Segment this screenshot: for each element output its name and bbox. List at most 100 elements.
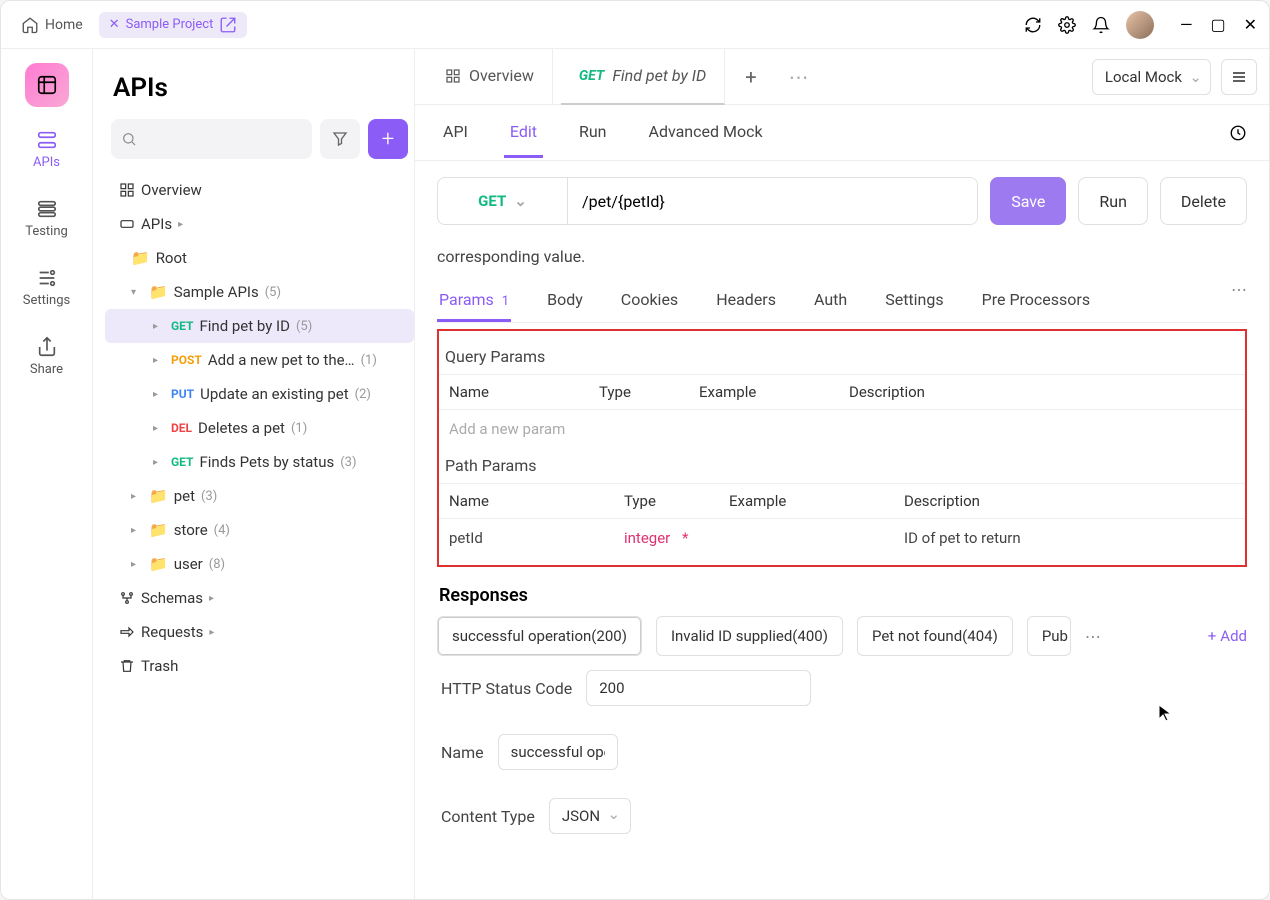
tree-folder[interactable]: ▸ 📁 pet (3) <box>105 479 414 513</box>
delete-button[interactable]: Delete <box>1160 177 1247 225</box>
ptab-settings[interactable]: Settings <box>883 280 945 322</box>
history-icon[interactable] <box>1229 124 1247 142</box>
response-tab[interactable]: Pet not found(404) <box>857 616 1013 656</box>
response-tab[interactable]: successful operation(200) <box>437 616 642 656</box>
ptab-params[interactable]: Params 1 <box>437 280 511 322</box>
chevron-down-icon: ⌄ <box>514 192 527 210</box>
nav-settings[interactable]: Settings <box>1 261 92 314</box>
col-desc: Description <box>849 383 1235 401</box>
filter-button[interactable] <box>320 119 360 159</box>
description-fragment: corresponding value. <box>437 241 1247 280</box>
home-button[interactable]: Home <box>13 12 91 38</box>
endpoint-count: (5) <box>296 319 312 334</box>
tree-overview-label: Overview <box>141 181 202 199</box>
tree: Overview APIs ▸ 📁 Root ▾ 📁 Sample APIs (… <box>105 169 414 687</box>
nav-apis[interactable]: APIs <box>1 123 92 176</box>
menu-icon <box>1231 69 1247 85</box>
tree-overview[interactable]: Overview <box>105 173 414 207</box>
method-select[interactable]: GET ⌄ <box>438 178 568 224</box>
status-code-input[interactable] <box>586 670 811 706</box>
responses-title: Responses <box>437 567 1247 616</box>
app-logo[interactable] <box>25 63 69 107</box>
tab-overview[interactable]: Overview <box>427 49 553 105</box>
ptab-headers[interactable]: Headers <box>714 280 778 322</box>
tree-apis-root[interactable]: APIs ▸ <box>105 207 414 241</box>
method-badge: DEL <box>171 421 192 435</box>
path-params-header: Name Type Example Description <box>439 483 1245 519</box>
endpoint-count: (3) <box>340 455 356 470</box>
tab-active[interactable]: GET Find pet by ID <box>561 49 725 105</box>
response-tab[interactable]: Invalid ID supplied(400) <box>656 616 843 656</box>
save-button[interactable]: Save <box>990 177 1066 225</box>
name-row: Name <box>437 720 1247 784</box>
tree-folder[interactable]: ▸ 📁 store (4) <box>105 513 414 547</box>
param-type-cell: integer * <box>624 529 729 547</box>
subtabs: API Edit Run Advanced Mock <box>415 105 1269 161</box>
chevron-right-icon: ▸ <box>153 389 165 400</box>
maximize-icon[interactable]: ▢ <box>1210 15 1225 34</box>
subtab-api[interactable]: API <box>437 108 474 158</box>
query-param-add-row[interactable]: Add a new param <box>439 410 1245 448</box>
url-path-input[interactable] <box>568 178 977 224</box>
tree-folder[interactable]: ▸ 📁 user (8) <box>105 547 414 581</box>
param-tabs: Params 1 Body Cookies Headers Auth Setti… <box>437 280 1247 323</box>
add-label: Add <box>1220 627 1247 645</box>
subtab-run[interactable]: Run <box>573 108 613 158</box>
path-param-row[interactable]: petId integer * ID of pet to return <box>439 519 1245 557</box>
requests-icon <box>119 624 135 640</box>
status-code-row: HTTP Status Code <box>437 656 1247 720</box>
chevron-down-icon: ▾ <box>131 287 143 298</box>
run-button[interactable]: Run <box>1078 177 1148 225</box>
search-input[interactable] <box>111 119 312 159</box>
refresh-icon[interactable] <box>1024 16 1042 34</box>
menu-button[interactable] <box>1221 59 1257 95</box>
tab-label: Find pet by ID <box>612 66 706 85</box>
tree-root-folder[interactable]: 📁 Root <box>105 241 414 275</box>
tree-endpoint[interactable]: ▸ GET Find pet by ID (5) <box>105 309 414 343</box>
query-params-title: Query Params <box>439 339 1245 374</box>
ptab-auth[interactable]: Auth <box>812 280 849 322</box>
minimize-icon[interactable]: — <box>1180 15 1193 34</box>
tab-more-button[interactable]: ⋯ <box>777 65 821 89</box>
endpoint-label: Add a new pet to the… <box>208 351 355 369</box>
ptab-pre[interactable]: Pre Processors <box>980 280 1092 322</box>
tree-sample-apis[interactable]: ▾ 📁 Sample APIs (5) <box>105 275 414 309</box>
add-response-button[interactable]: + Add <box>1208 627 1247 645</box>
folder-label: store <box>174 521 208 539</box>
subtab-mock[interactable]: Advanced Mock <box>643 108 769 158</box>
response-name-input[interactable] <box>498 734 618 770</box>
project-tab-label: Sample Project <box>126 17 214 32</box>
ptab-body[interactable]: Body <box>545 280 585 322</box>
close-icon[interactable]: ✕ <box>1244 15 1257 34</box>
new-tab-button[interactable]: + <box>733 65 768 89</box>
response-tab[interactable]: Pub <box>1027 616 1071 656</box>
subtab-edit[interactable]: Edit <box>504 108 543 158</box>
content-type-select[interactable]: JSON <box>549 798 631 834</box>
avatar[interactable] <box>1126 11 1154 39</box>
nav-testing[interactable]: Testing <box>1 192 92 245</box>
col-type: Type <box>624 492 729 510</box>
tree-requests[interactable]: Requests ▸ <box>105 615 414 649</box>
close-icon[interactable]: ✕ <box>109 17 120 32</box>
bell-icon[interactable] <box>1092 16 1110 34</box>
tree-trash[interactable]: Trash <box>105 649 414 683</box>
ptab-more[interactable]: ⋯ <box>1231 280 1247 322</box>
nav-testing-label: Testing <box>25 224 68 239</box>
tree-schemas[interactable]: Schemas ▸ <box>105 581 414 615</box>
nav-share[interactable]: Share <box>1 330 92 383</box>
tree-endpoint[interactable]: ▸ DEL Deletes a pet (1) <box>105 411 414 445</box>
gear-icon[interactable] <box>1058 16 1076 34</box>
environment-select[interactable]: Local Mock ⌄ <box>1092 59 1211 95</box>
dots-icon: ⋯ <box>789 65 809 89</box>
tree-endpoint[interactable]: ▸ PUT Update an existing pet (2) <box>105 377 414 411</box>
tree-endpoint[interactable]: ▸ POST Add a new pet to the… (1) <box>105 343 414 377</box>
resp-more-icon[interactable]: ⋯ <box>1085 627 1101 646</box>
ptab-cookies[interactable]: Cookies <box>619 280 680 322</box>
endpoint-count: (2) <box>355 387 371 402</box>
settings-icon <box>36 267 58 289</box>
method-label: GET <box>478 192 506 210</box>
add-button[interactable]: + <box>368 119 408 159</box>
chevron-right-icon: ▸ <box>131 525 143 536</box>
tree-endpoint[interactable]: ▸ GET Finds Pets by status (3) <box>105 445 414 479</box>
project-tab[interactable]: ✕ Sample Project <box>99 12 248 38</box>
